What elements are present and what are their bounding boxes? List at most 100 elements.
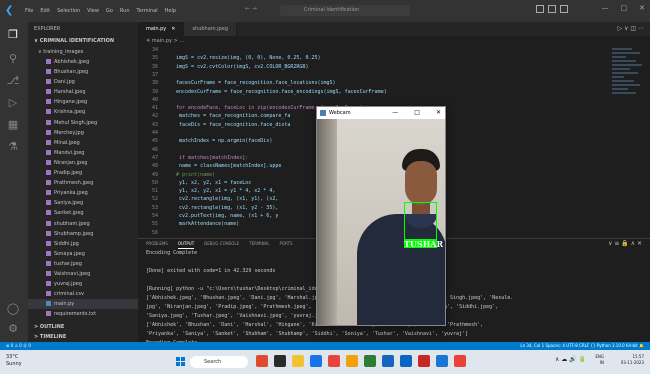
code-line[interactable]: 54 cv2.putText(img, name, (x1 + 6, y [138,212,278,220]
file-item[interactable]: Priyanka.jpeg [28,188,138,198]
file-item[interactable]: Pradip.jpeg [28,168,138,178]
close-button[interactable]: ✕ [639,4,645,12]
file-item[interactable]: shubham.jpeg [28,219,138,229]
file-item[interactable]: Siddhi.jpg [28,239,138,249]
minimap[interactable] [612,46,644,238]
tab-main-py[interactable]: main.py ✕ [138,22,185,36]
file-item[interactable]: tushar.jpeg [28,259,138,269]
code-line[interactable]: 39 encodesCurFrame = face_recognition.fac… [138,88,387,96]
file-item[interactable]: Merchey.jpg [28,128,138,138]
close-tab-icon[interactable]: ✕ [171,26,175,32]
code-line[interactable]: 44 [138,129,176,137]
code-line[interactable]: 35 imgS = cv2.resize(img, (0, 0), None, 0… [138,54,321,62]
file-item[interactable]: Sanket.jpeg [28,208,138,218]
panel-tab-terminal[interactable]: TERMINAL [249,239,269,249]
panel-tab-debug-console[interactable]: DEBUG CONSOLE [204,239,239,249]
layout-icon[interactable] [536,5,544,13]
file-item[interactable]: Shubhamp.jpeg [28,229,138,239]
extensions-icon[interactable]: ▦ [6,118,20,132]
workspace-root[interactable]: ∨ CRIMINAL IDENTIFICATION [28,36,138,46]
menu-item-view[interactable]: View [87,8,99,14]
task-view-icon[interactable] [274,355,286,367]
vscode-taskbar-icon[interactable] [436,355,448,367]
search-icon[interactable]: ⚲ [6,52,20,66]
testing-icon[interactable]: ⚗ [6,140,20,154]
file-item[interactable]: Mandvi.jpeg [28,148,138,158]
layout-icon[interactable] [548,5,556,13]
breadcrumb[interactable]: ✳ main.py > ... [138,36,184,46]
webcam-close-button[interactable]: ✕ [436,107,441,119]
account-icon[interactable]: ◯ [6,302,20,316]
file-explorer-icon[interactable] [292,355,304,367]
store-icon[interactable] [364,355,376,367]
panel-actions[interactable]: ∨ ≡ 🔒 ∧ ✕ [608,240,642,247]
layout-controls[interactable] [536,5,568,13]
file-item[interactable]: requirements.txt [28,309,138,319]
file-item[interactable]: Mehul Singh.jpeg [28,118,138,128]
file-item[interactable]: Krishna.jpeg [28,107,138,117]
tab-shubham-jpeg[interactable]: shubham.jpeg [184,22,238,36]
panel-tab-ports[interactable]: PORTS [280,239,293,249]
nav-arrows[interactable]: ← → [245,5,257,12]
code-line[interactable]: 45 matchIndex = np.argmin(faceDis) [138,137,272,145]
chrome-icon[interactable] [328,355,340,367]
mail-icon[interactable] [382,355,394,367]
panel-tab-problems[interactable]: PROBLEMS [146,239,168,249]
menu-item-edit[interactable]: Edit [40,8,50,14]
folder-icon[interactable] [346,355,358,367]
settings-gear-icon[interactable]: ⚙ [6,322,20,336]
code-line[interactable]: 53 cv2.rectangle(img, (x1, y2 - 35), [138,204,278,212]
menu-item-terminal[interactable]: Terminal [137,8,158,14]
code-line[interactable]: 55 markAttendance(name) [138,220,239,228]
code-line[interactable]: 51 y1, x2, y2, x1 = y1 * 4, x2 * 4, [138,187,275,195]
system-tray-icons[interactable]: ∧ ☁ 🔊 🔋 [555,356,586,363]
file-item[interactable]: Minal.jpeg [28,138,138,148]
code-line[interactable]: 49 # print(name) [138,171,215,179]
webcam-title-bar[interactable]: Webcam — □ ✕ [317,107,445,119]
code-line[interactable]: 36 imgS = cv2.cvtColor(imgS, cv2.COLOR_BG… [138,63,308,71]
file-item[interactable]: Dani.jpg [28,77,138,87]
file-item[interactable]: Hingane.jpeg [28,97,138,107]
clock[interactable]: ENG IN 15:57 03-11-2023 [595,354,644,366]
weather-widget[interactable]: 33°C Sunny [6,354,22,368]
code-line[interactable]: 56 [138,229,176,237]
file-item[interactable]: main.py [28,299,138,310]
code-line[interactable]: 46 [138,146,176,154]
code-line[interactable]: 50 y1, x2, y2, x1 = faceLoc [138,179,251,187]
file-item[interactable]: Niranjan.jpeg [28,158,138,168]
menu-item-go[interactable]: Go [106,8,113,14]
file-item[interactable]: Abhishek.jpeg [28,57,138,67]
camera-app-icon[interactable] [418,355,430,367]
file-item[interactable]: criminal.csv [28,289,138,299]
webcam-maximize-button[interactable]: □ [414,107,420,119]
menu-item-help[interactable]: Help [165,8,176,14]
status-problems[interactable]: ⊗ 0 ⚠ 0 ⓪ 0 [6,342,31,350]
source-control-icon[interactable]: ⎇ [6,74,20,88]
layout-icon[interactable] [560,5,568,13]
panel-tab-output[interactable]: OUTPUT [177,239,195,249]
run-debug-icon[interactable]: ▷ [6,96,20,110]
code-line[interactable]: 42 matches = face_recognition.compare_fa [138,112,290,120]
taskbar-search[interactable]: Search [190,356,248,368]
code-line[interactable]: 48 name = classNames[matchIndex].uppe [138,162,281,170]
start-windows-icon[interactable] [176,357,186,367]
file-item[interactable]: yuvraj.jpeg [28,279,138,289]
file-item[interactable]: Prathmesh.jpeg [28,178,138,188]
minimize-button[interactable]: — [602,4,609,12]
file-item[interactable]: Bhushan.jpeg [28,67,138,77]
maximize-button[interactable]: □ [621,4,628,12]
editor-actions[interactable]: ▷ ∨ ◫ ⋯ [618,25,644,32]
file-item[interactable]: Sonaya.jpeg [28,249,138,259]
folder-training-images[interactable]: ∨ training_images [28,48,83,57]
code-line[interactable]: 38 facesCurFrame = face_recognition.face_… [138,79,336,87]
status-info[interactable]: Ln 34, Col 1 Spaces: 4 UTF-8 CRLF {} Pyt… [520,342,644,350]
widgets-icon[interactable] [256,355,268,367]
file-item[interactable]: Harshal.jpeg [28,87,138,97]
code-line[interactable]: 47 if matches[matchIndex]: [138,154,248,162]
outline-section[interactable]: > OUTLINE [28,322,138,332]
menu-item-selection[interactable]: Selection [57,8,80,14]
webcam-minimize-button[interactable]: — [392,107,398,119]
window-controls[interactable]: — □ ✕ [602,4,646,12]
language-indicator[interactable]: ENG IN [595,354,604,366]
timeline-section[interactable]: > TIMELINE [28,332,138,342]
